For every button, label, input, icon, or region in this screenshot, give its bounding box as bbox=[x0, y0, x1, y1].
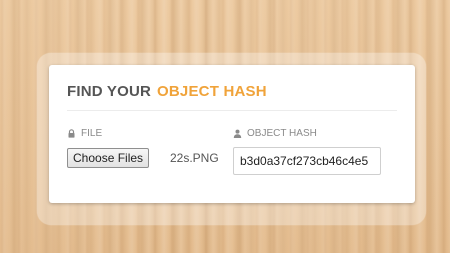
title-part-2: OBJECT HASH bbox=[157, 83, 267, 100]
title-divider bbox=[67, 110, 397, 111]
lock-icon bbox=[67, 129, 76, 138]
selected-file-name: 22s.PNG bbox=[170, 151, 219, 165]
file-label: FILE bbox=[67, 128, 102, 139]
card-title: FIND YOUR OBJECT HASH bbox=[67, 83, 267, 100]
hash-label-text: OBJECT HASH bbox=[247, 128, 317, 139]
find-hash-card: FIND YOUR OBJECT HASH FILE OBJECT HASH Ch… bbox=[49, 65, 415, 203]
hash-label: OBJECT HASH bbox=[233, 128, 317, 139]
user-icon bbox=[233, 129, 242, 138]
choose-files-button[interactable]: Choose Files bbox=[67, 148, 150, 168]
title-part-1: FIND YOUR bbox=[67, 83, 152, 100]
object-hash-input[interactable] bbox=[233, 147, 381, 175]
file-label-text: FILE bbox=[81, 128, 103, 139]
